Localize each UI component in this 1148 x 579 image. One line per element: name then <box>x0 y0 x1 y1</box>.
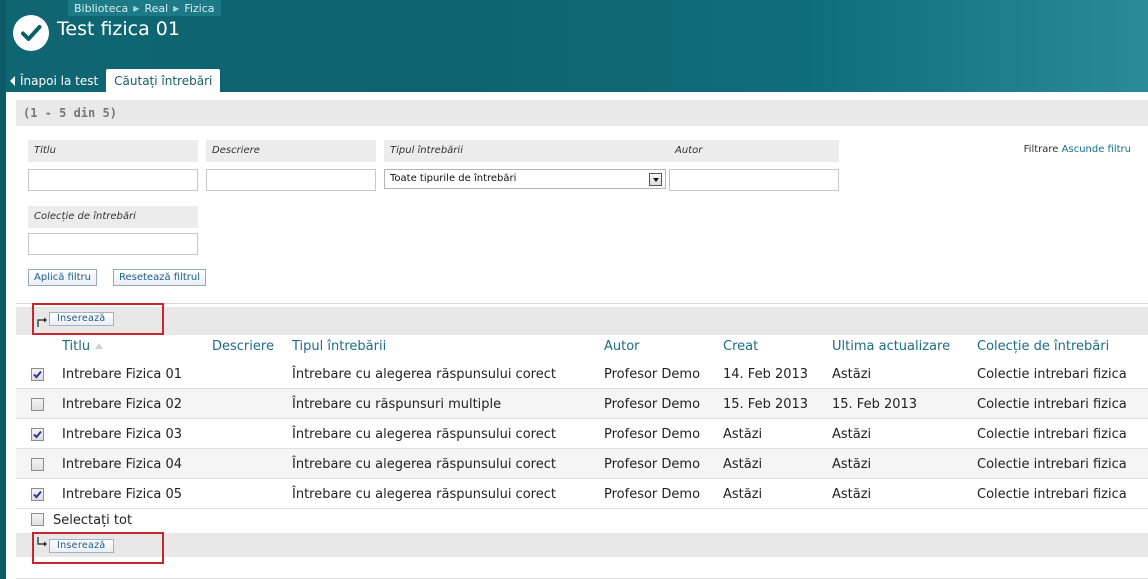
filter-title-input[interactable] <box>28 169 198 191</box>
dropdown-arrow-icon[interactable] <box>649 173 662 186</box>
select-all-row: Selectați tot <box>16 508 1148 532</box>
cell-collection: Colectie intrebari fizica <box>977 397 1127 412</box>
sort-ascending-icon <box>95 343 104 349</box>
tab-search-questions[interactable]: Căutați întrebări <box>106 69 221 92</box>
cell-updated: 15. Feb 2013 <box>832 397 918 412</box>
cell-type: Întrebare cu alegerea răspunsului corect <box>292 457 556 472</box>
filter-description-label: Descriere <box>206 140 376 162</box>
apply-filter-button[interactable]: Aplică filtru <box>28 269 97 286</box>
column-header-created[interactable]: Creat <box>723 339 758 354</box>
row-checkbox[interactable] <box>31 368 44 381</box>
checkmark-icon <box>33 490 42 499</box>
column-header-title-label: Titlu <box>62 339 91 354</box>
select-all-checkbox[interactable] <box>31 513 44 526</box>
main-content: (1 - 5 din 5) Titlu Descriere Tipul într… <box>16 92 1148 579</box>
table-row: Intrebare Fizica 05 Întrebare cu alegerea… <box>16 479 1148 509</box>
table-header: Titlu Descriere Tipul întrebării Autor C… <box>16 335 1148 359</box>
cell-collection: Colectie intrebari fizica <box>977 457 1127 472</box>
breadcrumb-item-fizica[interactable]: Fizica <box>184 2 214 15</box>
row-checkbox[interactable] <box>31 488 44 501</box>
table-row: Intrebare Fizica 03 Întrebare cu alegerea… <box>16 419 1148 449</box>
row-checkbox[interactable] <box>31 458 44 471</box>
column-header-type[interactable]: Tipul întrebării <box>292 339 386 354</box>
filter-type-selected: Toate tipurile de întrebări <box>390 173 517 184</box>
row-checkbox[interactable] <box>31 398 44 411</box>
cell-created: Astăzi <box>723 487 763 502</box>
reset-filter-button[interactable]: Resetează filtrul <box>113 269 206 286</box>
cell-author: Profesor Demo <box>604 487 701 502</box>
cell-collection: Colectie intrebari fizica <box>977 487 1127 502</box>
breadcrumb-separator-icon: ▶ <box>133 3 140 13</box>
insert-arrow-up-icon <box>37 317 47 327</box>
cell-author: Profesor Demo <box>604 397 701 412</box>
cell-collection: Colectie intrebari fizica <box>977 427 1127 442</box>
filter-toggle-prefix: Filtrare <box>1023 144 1059 155</box>
insert-arrow-down-icon <box>37 537 47 547</box>
page: Biblioteca ▶ Real ▶ Fizica Test fizica 0… <box>0 0 1148 579</box>
cell-title[interactable]: Intrebare Fizica 05 <box>62 487 182 502</box>
cell-author: Profesor Demo <box>604 367 701 382</box>
cell-type: Întrebare cu alegerea răspunsului corect <box>292 427 556 442</box>
cell-created: 15. Feb 2013 <box>723 397 809 412</box>
filter-collection-input[interactable] <box>28 233 198 255</box>
filter-type-select[interactable]: Toate tipurile de întrebări <box>384 169 666 189</box>
result-count: (1 - 5 din 5) <box>16 100 1148 126</box>
header: Biblioteca ▶ Real ▶ Fizica Test fizica 0… <box>6 0 1148 92</box>
insert-bar-top <box>16 307 1148 335</box>
page-title: Test fizica 01 <box>57 18 180 40</box>
hide-filter-link[interactable]: Ascunde filtru <box>1062 144 1131 155</box>
cell-author: Profesor Demo <box>604 457 701 472</box>
column-header-title[interactable]: Titlu <box>62 339 104 354</box>
filter-toggle: Filtrare Ascunde filtru <box>1024 144 1131 155</box>
breadcrumb: Biblioteca ▶ Real ▶ Fizica <box>68 0 221 16</box>
breadcrumb-separator-icon: ▶ <box>173 3 180 13</box>
column-header-collection[interactable]: Colecție de întrebări <box>977 339 1109 354</box>
filter-type-label: Tipul întrebării <box>384 140 674 162</box>
filter-collection-label: Colecție de întrebări <box>28 206 198 228</box>
cell-title[interactable]: Intrebare Fizica 04 <box>62 457 182 472</box>
cell-updated: Astăzi <box>832 427 872 442</box>
check-circle-icon <box>13 15 49 51</box>
cell-type: Întrebare cu alegerea răspunsului corect <box>292 367 556 382</box>
cell-author: Profesor Demo <box>604 427 701 442</box>
filter-author-input[interactable] <box>669 169 839 191</box>
cell-type: Întrebare cu alegerea răspunsului corect <box>292 487 556 502</box>
tab-back-to-test[interactable]: Înapoi la test <box>6 69 106 92</box>
checkmark-icon <box>33 430 42 439</box>
tab-back-label: Înapoi la test <box>20 73 99 88</box>
cell-type: Întrebare cu răspunsuri multiple <box>292 397 502 412</box>
insert-button-top[interactable]: Inserează <box>49 312 114 326</box>
insert-bar-bottom <box>16 533 1148 557</box>
cell-title[interactable]: Intrebare Fizica 02 <box>62 397 182 412</box>
cell-created: Astăzi <box>723 457 763 472</box>
filter-description-input[interactable] <box>206 169 376 191</box>
cell-collection: Colectie intrebari fizica <box>977 367 1127 382</box>
cell-title[interactable]: Intrebare Fizica 03 <box>62 427 182 442</box>
table-row: Intrebare Fizica 01 Întrebare cu alegerea… <box>16 359 1148 389</box>
cell-created: 14. Feb 2013 <box>723 367 809 382</box>
cell-updated: Astăzi <box>832 457 872 472</box>
checkmark-icon <box>33 370 42 379</box>
breadcrumb-item-biblioteca[interactable]: Biblioteca <box>74 2 128 15</box>
cell-title[interactable]: Intrebare Fizica 01 <box>62 367 182 382</box>
table-row: Intrebare Fizica 04 Întrebare cu alegerea… <box>16 449 1148 479</box>
column-header-author[interactable]: Autor <box>604 339 640 354</box>
filter-title-label: Titlu <box>28 140 198 162</box>
cell-created: Astăzi <box>723 427 763 442</box>
back-arrow-icon <box>10 75 15 86</box>
row-checkbox[interactable] <box>31 428 44 441</box>
insert-button-bottom[interactable]: Inserează <box>49 539 114 553</box>
column-header-updated[interactable]: Ultima actualizare <box>832 339 950 354</box>
filter-author-label: Autor <box>669 140 839 162</box>
divider <box>16 303 1148 304</box>
select-all-label: Selectați tot <box>53 513 133 528</box>
table-row: Intrebare Fizica 02 Întrebare cu răspunsu… <box>16 389 1148 419</box>
column-header-description[interactable]: Descriere <box>212 339 274 354</box>
breadcrumb-item-real[interactable]: Real <box>144 2 168 15</box>
cell-updated: Astăzi <box>832 487 872 502</box>
cell-updated: Astăzi <box>832 367 872 382</box>
tab-bar: Înapoi la test Căutați întrebări <box>6 69 221 92</box>
